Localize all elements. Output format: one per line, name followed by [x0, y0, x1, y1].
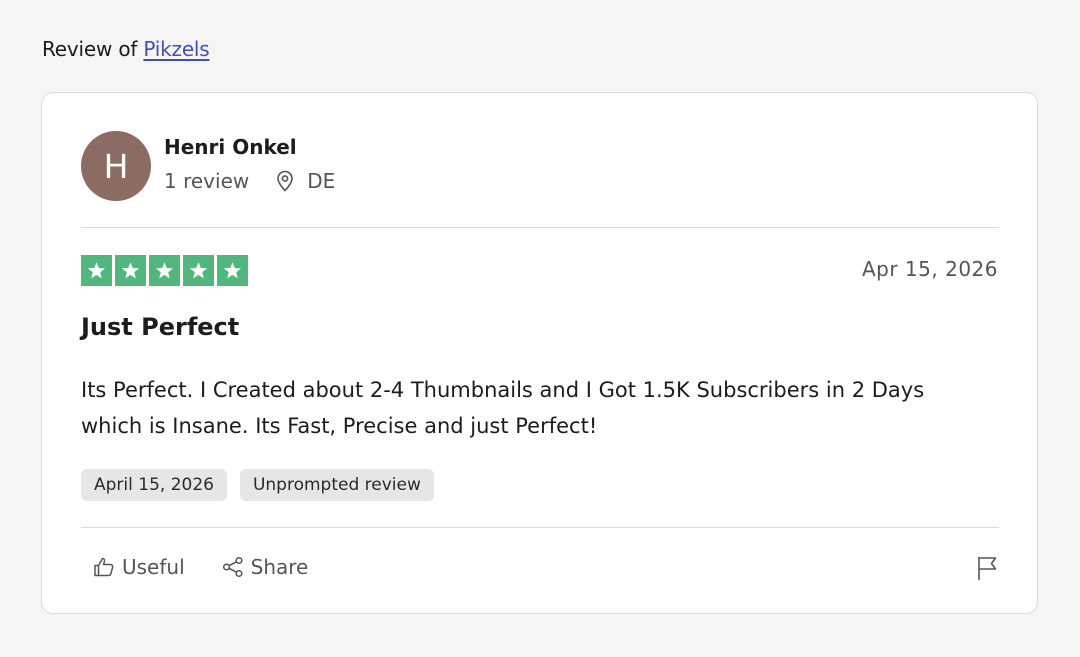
useful-button[interactable]: Useful — [92, 555, 185, 579]
review-text: Its Perfect. I Created about 2-4 Thumbna… — [81, 378, 925, 438]
report-button[interactable] — [975, 555, 999, 585]
star-icon — [217, 255, 248, 286]
review-of-prefix: Review of — [42, 37, 144, 61]
divider-bottom — [81, 527, 999, 528]
useful-label: Useful — [122, 555, 185, 579]
star-icon — [81, 255, 112, 286]
divider-top — [81, 227, 999, 228]
location-pin-icon — [277, 170, 294, 192]
date-of-experience-tag: April 15, 2026 — [81, 469, 227, 501]
location: DE — [275, 169, 335, 193]
reviewer-name[interactable]: Henri Onkel — [164, 135, 297, 159]
avatar[interactable]: H — [81, 131, 151, 201]
star-icon — [115, 255, 146, 286]
page: Review of Pikzels H Henri Onkel 1 review… — [0, 0, 1080, 657]
thumbs-up-icon — [94, 557, 114, 577]
review-tags: April 15, 2026 Unprompted review — [81, 469, 434, 501]
review-actions: Useful Share — [92, 555, 308, 579]
review-card: H Henri Onkel 1 review DE Apr 15, 2026 J… — [41, 92, 1038, 614]
share-label: Share — [250, 555, 309, 579]
unprompted-review-tag[interactable]: Unprompted review — [239, 469, 434, 501]
share-button[interactable]: Share — [221, 555, 309, 579]
reviewer-meta: 1 review DE — [164, 169, 335, 193]
star-rating — [81, 255, 248, 286]
star-icon — [183, 255, 214, 286]
share-icon — [222, 556, 243, 578]
company-link[interactable]: Pikzels — [143, 37, 209, 61]
star-icon — [149, 255, 180, 286]
review-title: Just Perfect — [81, 313, 240, 341]
review-of-heading: Review of Pikzels — [42, 37, 210, 61]
flag-icon — [978, 556, 997, 581]
review-date: Apr 15, 2026 — [861, 257, 998, 281]
review-count: 1 review — [164, 169, 250, 193]
country-code: DE — [307, 169, 336, 193]
